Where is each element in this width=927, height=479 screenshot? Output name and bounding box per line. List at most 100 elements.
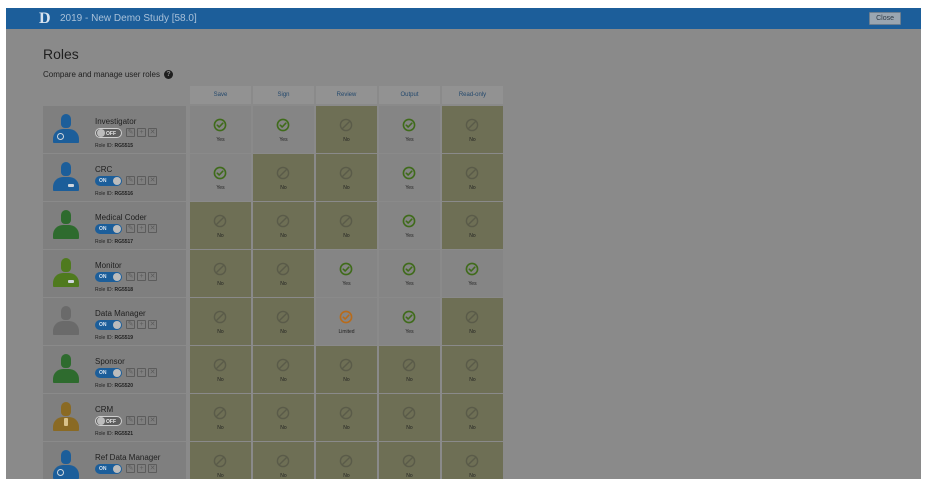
permission-cell-sign[interactable]: No [253, 442, 314, 479]
denied-icon [402, 406, 416, 420]
add-plus-icon[interactable]: + [137, 272, 146, 281]
edit-pencil-icon[interactable]: ✎ [126, 176, 135, 185]
delete-x-icon[interactable]: ✕ [148, 320, 157, 329]
permission-cell-review[interactable]: No [316, 106, 377, 153]
permission-label: Yes [279, 137, 288, 143]
delete-x-icon[interactable]: ✕ [148, 368, 157, 377]
permission-label: Yes [405, 281, 414, 287]
permission-cell-save[interactable]: Yes [190, 154, 251, 201]
permission-cell-save[interactable]: Yes [190, 106, 251, 153]
permission-cell-review[interactable]: Yes [316, 250, 377, 297]
permission-cell-review[interactable]: No [316, 154, 377, 201]
permission-cell-sign[interactable]: No [253, 298, 314, 345]
permission-cell-output[interactable]: No [379, 394, 440, 441]
permission-cell-read-only[interactable]: No [442, 394, 503, 441]
permission-cell-output[interactable]: Yes [379, 106, 440, 153]
permission-cell-save[interactable]: No [190, 442, 251, 479]
permission-cell-output[interactable]: Yes [379, 154, 440, 201]
permission-cell-read-only[interactable]: No [442, 346, 503, 393]
help-icon[interactable]: ? [163, 70, 173, 79]
permission-cell-read-only[interactable]: No [442, 442, 503, 479]
permission-label: Yes [405, 329, 414, 335]
permission-cell-sign[interactable]: No [253, 394, 314, 441]
role-card: Monitor ON ✎ + ✕ Role ID: RG5518 [43, 250, 186, 297]
add-plus-icon[interactable]: + [137, 224, 146, 233]
permission-cell-read-only[interactable]: No [442, 106, 503, 153]
role-actions: ✎ + ✕ [126, 416, 157, 425]
permission-cell-review[interactable]: No [316, 394, 377, 441]
add-plus-icon[interactable]: + [137, 416, 146, 425]
permission-cell-sign[interactable]: No [253, 202, 314, 249]
role-id-value: RG5516 [114, 191, 134, 197]
permission-cell-output[interactable]: Yes [379, 250, 440, 297]
permission-cell-output[interactable]: Yes [379, 298, 440, 345]
delete-x-icon[interactable]: ✕ [148, 224, 157, 233]
permission-cell-read-only[interactable]: Yes [442, 250, 503, 297]
permission-cell-save[interactable]: No [190, 394, 251, 441]
denied-icon [465, 166, 479, 180]
delete-x-icon[interactable]: ✕ [148, 176, 157, 185]
role-id: Role ID: RG5516 [95, 191, 133, 197]
add-plus-icon[interactable]: + [137, 368, 146, 377]
denied-icon [213, 214, 227, 228]
edit-pencil-icon[interactable]: ✎ [126, 128, 135, 137]
column-header-review: Review [316, 86, 377, 104]
permission-cell-review[interactable]: No [316, 202, 377, 249]
column-header-sign: Sign [253, 86, 314, 104]
edit-pencil-icon[interactable]: ✎ [126, 368, 135, 377]
delete-x-icon[interactable]: ✕ [148, 128, 157, 137]
edit-pencil-icon[interactable]: ✎ [126, 272, 135, 281]
role-toggle[interactable]: ON [95, 224, 122, 234]
add-plus-icon[interactable]: + [137, 128, 146, 137]
permission-label: No [406, 425, 413, 431]
permission-cell-sign[interactable]: No [253, 250, 314, 297]
permission-label: No [469, 473, 476, 479]
role-toggle[interactable]: ON [95, 272, 122, 282]
permission-cell-output[interactable]: Yes [379, 202, 440, 249]
permission-cell-read-only[interactable]: No [442, 202, 503, 249]
delete-x-icon[interactable]: ✕ [148, 464, 157, 473]
denied-icon [339, 406, 353, 420]
denied-icon [339, 214, 353, 228]
permission-cell-sign[interactable]: No [253, 154, 314, 201]
permission-cell-review[interactable]: No [316, 442, 377, 479]
permission-cell-save[interactable]: No [190, 346, 251, 393]
permission-cell-review[interactable]: Limited [316, 298, 377, 345]
add-plus-icon[interactable]: + [137, 464, 146, 473]
role-card: Ref Data Manager ON ✎ + ✕ [43, 442, 186, 479]
role-toggle[interactable]: OFF [95, 416, 122, 426]
denied-icon [276, 358, 290, 372]
denied-icon [213, 406, 227, 420]
permission-cell-save[interactable]: No [190, 202, 251, 249]
permission-cell-output[interactable]: No [379, 346, 440, 393]
delete-x-icon[interactable]: ✕ [148, 416, 157, 425]
permission-cell-output[interactable]: No [379, 442, 440, 479]
role-toggle[interactable]: ON [95, 176, 122, 186]
permission-cell-read-only[interactable]: No [442, 154, 503, 201]
permission-cell-sign[interactable]: Yes [253, 106, 314, 153]
edit-pencil-icon[interactable]: ✎ [126, 224, 135, 233]
denied-icon [402, 454, 416, 468]
add-plus-icon[interactable]: + [137, 176, 146, 185]
permission-cell-save[interactable]: No [190, 250, 251, 297]
permission-cell-sign[interactable]: No [253, 346, 314, 393]
permission-cell-read-only[interactable]: No [442, 298, 503, 345]
permission-cell-review[interactable]: No [316, 346, 377, 393]
add-plus-icon[interactable]: + [137, 320, 146, 329]
toggle-knob [113, 225, 121, 233]
permission-label: No [469, 137, 476, 143]
close-button[interactable]: Close [869, 12, 901, 25]
role-toggle[interactable]: OFF [95, 128, 122, 138]
edit-pencil-icon[interactable]: ✎ [126, 416, 135, 425]
delete-x-icon[interactable]: ✕ [148, 272, 157, 281]
role-toggle[interactable]: ON [95, 368, 122, 378]
app-logo: D [39, 10, 51, 27]
role-id: Role ID: RG5518 [95, 287, 133, 293]
role-toggle[interactable]: ON [95, 464, 122, 474]
edit-pencil-icon[interactable]: ✎ [126, 464, 135, 473]
permission-cell-save[interactable]: No [190, 298, 251, 345]
denied-icon [276, 454, 290, 468]
role-toggle[interactable]: ON [95, 320, 122, 330]
edit-pencil-icon[interactable]: ✎ [126, 320, 135, 329]
toggle-label: ON [99, 226, 107, 232]
